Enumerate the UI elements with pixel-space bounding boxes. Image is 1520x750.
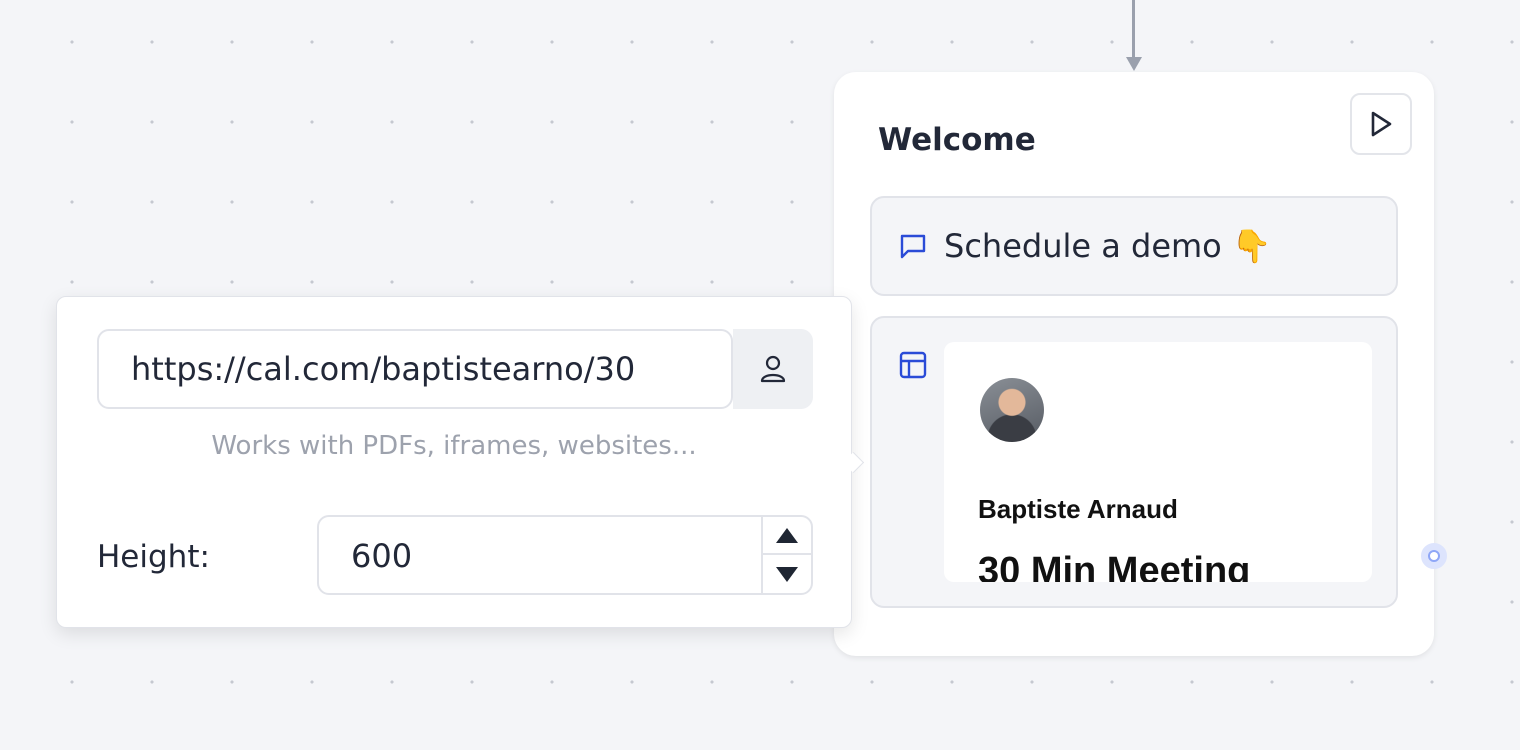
embed-preview: Baptiste Arnaud 30 Min Meeting <box>944 342 1372 582</box>
height-value[interactable]: 600 <box>351 537 412 575</box>
variable-picker-button[interactable] <box>733 329 813 409</box>
embed-hint-text: Works with PDFs, iframes, websites... <box>211 431 697 461</box>
host-name: Baptiste Arnaud <box>978 494 1178 524</box>
triangle-up-icon <box>776 527 798 543</box>
avatar <box>980 378 1044 442</box>
height-label: Height: <box>97 539 210 575</box>
user-icon <box>760 355 786 383</box>
connection-anchor[interactable] <box>1421 543 1447 569</box>
triangle-down-icon <box>776 566 798 582</box>
text-block-label: Schedule a demo 👇 <box>944 227 1272 265</box>
chat-bubble-icon <box>898 231 928 261</box>
decrement-button[interactable] <box>763 555 811 593</box>
preview-play-button[interactable] <box>1350 93 1412 155</box>
play-icon <box>1371 111 1392 137</box>
group-title[interactable]: Welcome <box>878 122 1036 158</box>
connector-arrow <box>1126 57 1142 71</box>
group-card-welcome[interactable]: Welcome Schedule a demo 👇 Baptiste Arnau… <box>834 72 1434 656</box>
height-stepper[interactable] <box>761 517 811 593</box>
text-bubble-block[interactable]: Schedule a demo 👇 <box>870 196 1398 296</box>
height-number-input[interactable]: 600 <box>317 515 813 595</box>
increment-button[interactable] <box>763 517 811 555</box>
embed-settings-popover: Works with PDFs, iframes, websites... He… <box>56 296 865 628</box>
embed-block[interactable]: Baptiste Arnaud 30 Min Meeting <box>870 316 1398 608</box>
connector-edge <box>1132 0 1135 60</box>
meeting-title: 30 Min Meeting <box>978 550 1251 582</box>
layout-icon <box>898 350 928 385</box>
embed-url-input[interactable] <box>97 329 733 409</box>
